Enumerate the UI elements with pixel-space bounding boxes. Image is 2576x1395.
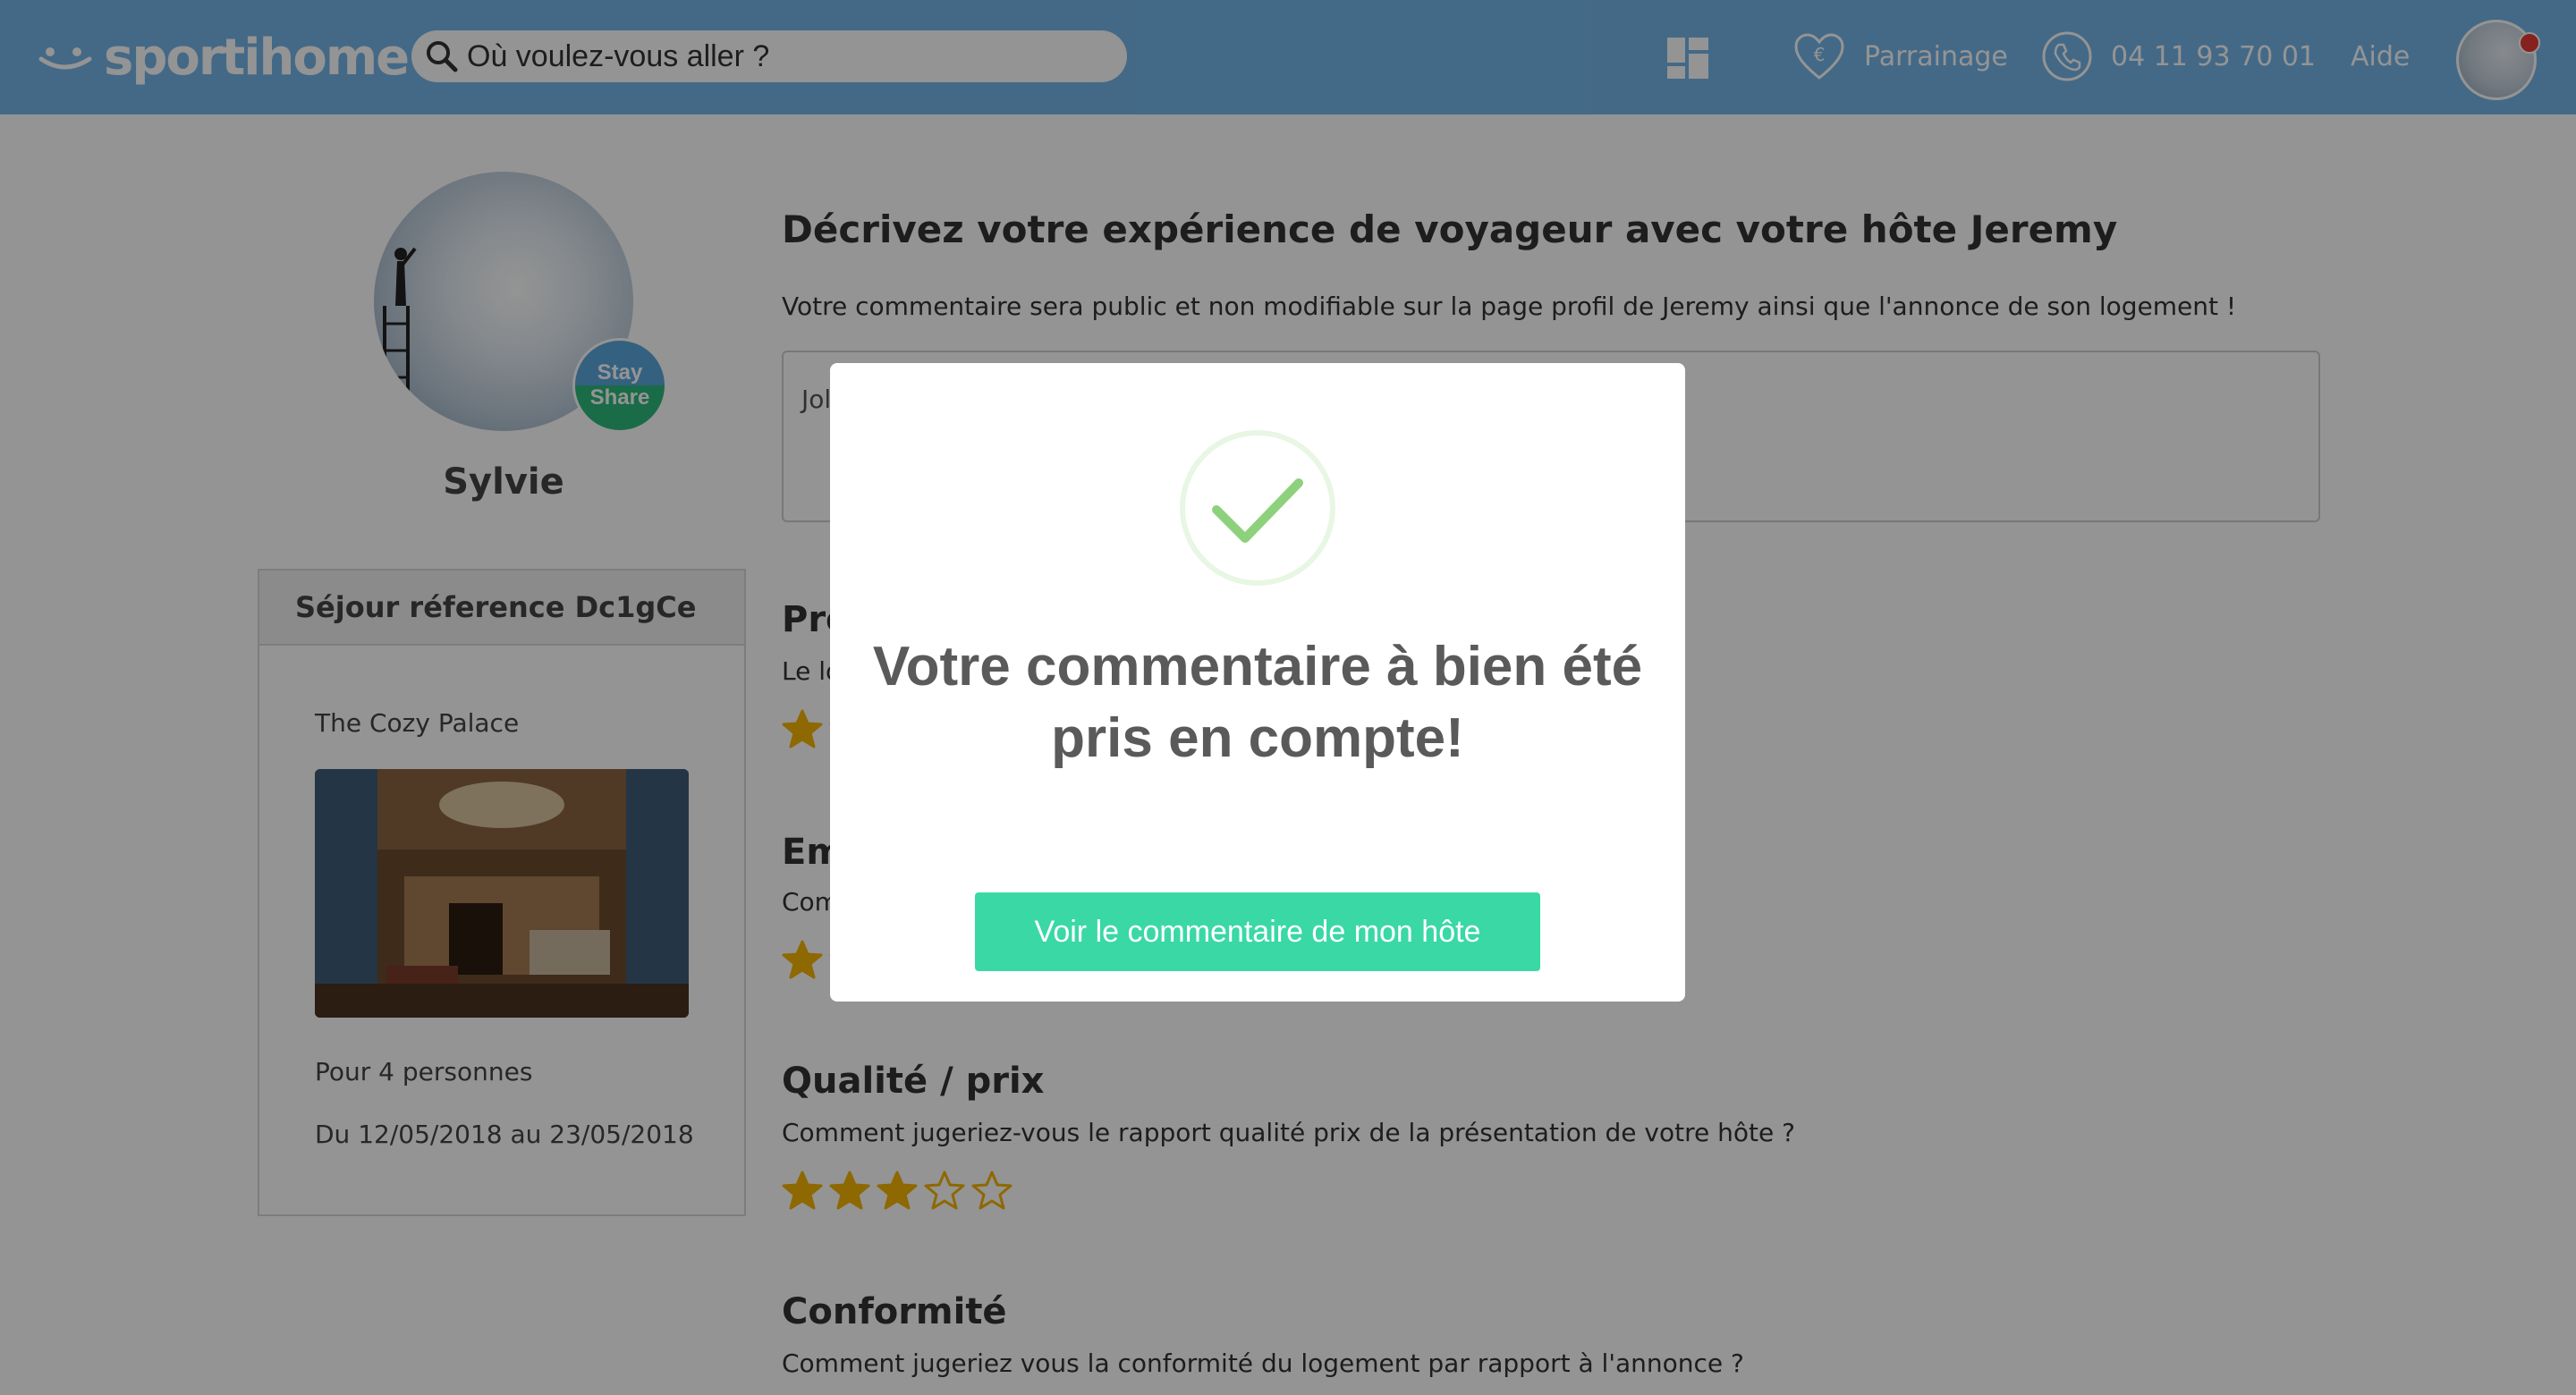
confirmation-modal: Votre commentaire à bien été pris en com… — [830, 363, 1685, 1002]
view-host-comment-button[interactable]: Voir le commentaire de mon hôte — [975, 892, 1540, 971]
confirmation-message-line1: Votre commentaire à bien été — [872, 636, 1643, 698]
check-circle-icon — [1180, 430, 1335, 586]
confirmation-message-line2: pris en compte! — [1051, 707, 1464, 769]
confirmation-message: Votre commentaire à bien été pris en com… — [866, 631, 1649, 774]
